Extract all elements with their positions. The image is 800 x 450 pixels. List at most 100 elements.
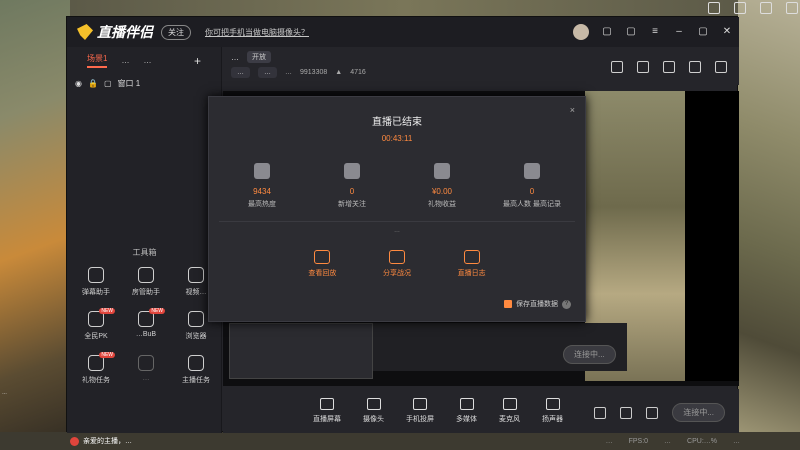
tool-label: 视频… <box>185 289 207 296</box>
lock-icon[interactable]: 🔒 <box>88 79 98 88</box>
room-chip-1[interactable]: … <box>231 67 250 78</box>
bottom-toolbar: 直播屏幕 摄像头 手机投屏 多媒体 麦克风 扬声器 连接中... <box>223 389 739 433</box>
nested-live-button[interactable]: 连接中... <box>563 345 616 364</box>
message-icon[interactable]: ▢ <box>601 26 613 38</box>
tab-scene-2[interactable]: … <box>121 56 129 65</box>
preview-icon[interactable] <box>620 406 633 419</box>
status-fps: FPS:0 <box>628 437 649 445</box>
title-bar: 直播伴侣 关注 你可把手机当做电脑摄像头？ ▢ ▢ ≡ – ▢ ✕ <box>67 17 739 47</box>
share-icon[interactable] <box>715 61 727 73</box>
heart-plus-icon <box>344 163 360 179</box>
bottom-label: 手机投屏 <box>406 416 434 423</box>
room-id: 9913308 <box>300 69 328 76</box>
room-heat: 4716 <box>350 69 366 76</box>
room-title[interactable]: … <box>231 53 239 62</box>
lock-icon[interactable] <box>637 61 649 73</box>
tab-scene-3[interactable]: … <box>143 56 151 65</box>
heat-icon: ▲ <box>335 69 343 76</box>
add-scene-button[interactable]: + <box>194 54 201 68</box>
dialog-close-button[interactable]: × <box>570 105 575 115</box>
record-icon[interactable] <box>594 406 607 419</box>
tool-label: 弹幕助手 <box>82 289 110 296</box>
live-log-button[interactable]: 直播日志 <box>458 250 486 278</box>
nested-preview <box>229 323 373 379</box>
scene-source-label: 窗口 1 <box>117 79 141 88</box>
tool-bub[interactable]: NEW …BuB <box>121 308 171 341</box>
minimize-icon[interactable]: – <box>673 26 685 38</box>
start-live-button[interactable]: 连接中... <box>672 403 725 422</box>
desktop-icon[interactable] <box>760 2 772 14</box>
banner-link[interactable]: 你可把手机当做电脑摄像头？ <box>205 27 309 38</box>
admin-icon <box>138 267 154 283</box>
camera-button[interactable]: 摄像头 <box>363 398 384 424</box>
stat-value: 9434 <box>253 187 271 196</box>
stat-label: 新增关注 <box>338 201 366 208</box>
subtitle-icon[interactable] <box>611 61 623 73</box>
eye-icon[interactable]: ◉ <box>75 79 82 88</box>
avatar[interactable] <box>573 24 589 40</box>
phone-icon <box>413 398 427 410</box>
camera-icon <box>366 398 381 410</box>
warning-icon <box>70 436 79 446</box>
replay-icon <box>314 250 331 264</box>
menu-icon[interactable]: ≡ <box>649 26 661 38</box>
desktop-top-icons <box>708 2 798 14</box>
anchor-task-icon <box>188 355 204 371</box>
screen-capture-button[interactable]: 直播屏幕 <box>313 398 341 424</box>
close-icon[interactable]: ✕ <box>721 26 733 38</box>
status-meta: … FPS:0 … CPU:…% … <box>606 438 800 445</box>
stats-row: 9434 最高热度 0 新增关注 ¥0.00 礼物收益 0 最高人数 最高记录 <box>209 163 585 209</box>
share-icon <box>388 250 405 264</box>
desktop-icon[interactable] <box>786 2 798 14</box>
bottom-right: 连接中... <box>594 403 725 422</box>
tool-anchor-task[interactable]: 主播任务 <box>171 355 221 385</box>
tool-disabled[interactable]: … <box>121 355 171 385</box>
room-chip-2[interactable]: … <box>258 67 277 78</box>
new-badge: NEW <box>99 352 115 358</box>
phone-cast-button[interactable]: 手机投屏 <box>406 398 434 424</box>
stat-heat: 9434 最高热度 <box>222 163 302 209</box>
action-label: 分享战况 <box>382 270 411 277</box>
user-record-icon <box>524 163 540 179</box>
media-button[interactable]: 多媒体 <box>456 398 477 424</box>
microphone-button[interactable]: 麦克风 <box>499 398 520 424</box>
settings-icon[interactable] <box>646 406 659 419</box>
bottom-label: 直播屏幕 <box>313 416 341 423</box>
warning-message[interactable]: 亲爱的主播，… <box>70 436 132 446</box>
save-data-label: 保存直播数据 <box>516 301 558 308</box>
scene-source-row[interactable]: ◉ 🔒 ▢ 窗口 1 <box>67 74 221 93</box>
share-button[interactable]: 分享战况 <box>383 250 411 278</box>
desktop-icon[interactable] <box>708 2 720 14</box>
bottom-label: 扬声器 <box>542 416 563 423</box>
room-header: … 开放 … … … 9913308 ▲ 4716 <box>223 47 739 85</box>
action-label: 查看回放 <box>308 270 337 277</box>
dialog-note: … <box>219 221 575 234</box>
follow-pill[interactable]: 关注 <box>161 24 191 40</box>
speaker-button[interactable]: 扬声器 <box>542 398 563 424</box>
tool-danmu[interactable]: 弹幕助手 <box>71 267 121 297</box>
screen-icon[interactable] <box>663 61 675 73</box>
tools-title: 工具箱 <box>132 248 157 257</box>
bell-icon[interactable] <box>689 61 701 73</box>
tool-gift-task[interactable]: NEW 礼物任务 <box>71 352 121 385</box>
tab-scene-1[interactable]: 场景1 <box>87 53 108 68</box>
tool-label: 礼物任务 <box>82 377 110 384</box>
maximize-icon[interactable]: ▢ <box>697 26 709 38</box>
desktop-icon[interactable] <box>734 2 746 14</box>
bottom-label: 多媒体 <box>456 416 477 423</box>
new-badge: NEW <box>149 308 165 314</box>
tool-room-admin[interactable]: 房管助手 <box>121 267 171 297</box>
chat-icon[interactable]: ▢ <box>625 26 637 38</box>
bottom-label: 摄像头 <box>363 416 384 423</box>
status-cpu: CPU:…% <box>687 437 717 445</box>
tool-label: … <box>142 375 150 382</box>
game-capture-dark <box>685 91 739 381</box>
help-icon[interactable]: ? <box>562 299 571 309</box>
save-data-checkbox[interactable] <box>504 300 512 308</box>
replay-button[interactable]: 查看回放 <box>308 250 336 278</box>
tool-label: 房管助手 <box>132 289 160 296</box>
edit-icon <box>463 250 480 264</box>
tool-label: 全民PK <box>84 333 108 340</box>
tool-label: …BuB <box>135 331 157 338</box>
tool-pk[interactable]: NEW 全民PK <box>71 308 121 341</box>
